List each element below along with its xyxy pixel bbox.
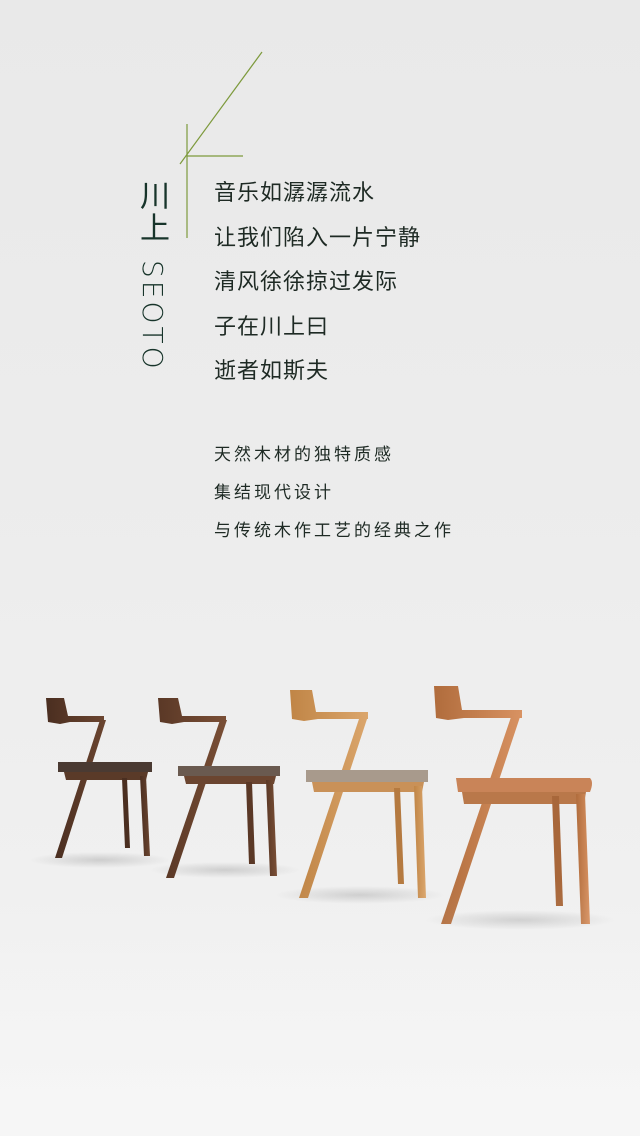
description-line: 与传统木作工艺的经典之作	[214, 521, 454, 541]
description-block: 天然木材的独特质感 集结现代设计 与传统木作工艺的经典之作	[214, 440, 454, 554]
chair-walnut-dark	[30, 698, 170, 868]
poem-line: 逝者如斯夫	[214, 359, 330, 384]
poster: 川上 SEOTO 音乐如潺潺流水 让我们陷入一片宁静 清风徐徐掠过发际 子在川上…	[0, 0, 640, 1136]
poem-line: 清风徐徐掠过发际	[214, 270, 399, 295]
poem-line: 子在川上曰	[214, 314, 330, 340]
floor-area	[0, 880, 640, 1136]
description-line: 集结现代设计	[214, 483, 334, 503]
poem-line: 让我们陷入一片宁静	[214, 225, 422, 251]
diagonal-accent-line	[179, 51, 263, 165]
poem-block: 音乐如潺潺流水 让我们陷入一片宁静 清风徐徐掠过发际 子在川上曰 逝者如斯夫	[214, 176, 421, 399]
description-line: 天然木材的独特质感	[214, 445, 394, 465]
brand-name-chinese: 川上	[134, 180, 169, 244]
chair-oak-light	[275, 690, 445, 904]
brand-logo: 川上 SEOTO	[128, 170, 176, 390]
brand-name-english: SEOTO	[136, 260, 169, 372]
chair-walnut-grey	[150, 698, 300, 878]
poem-line: 音乐如潺潺流水	[214, 181, 376, 206]
